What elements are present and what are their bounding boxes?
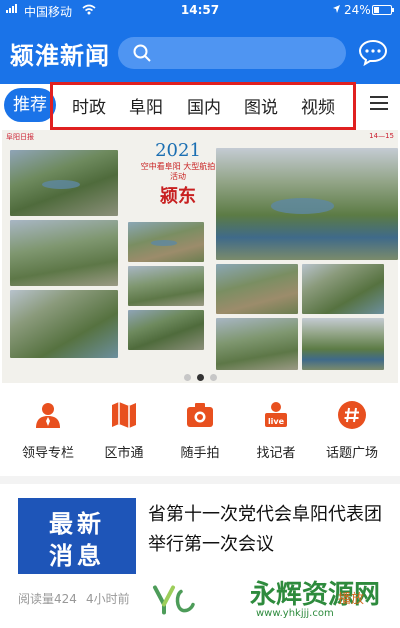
carousel-dot[interactable] [209, 374, 217, 381]
aerial-photo [128, 222, 204, 262]
app-header: 颍淮新闻 [0, 22, 400, 84]
tab-fuyang[interactable]: 阜阳 [129, 93, 163, 118]
reporter-icon: live [265, 402, 287, 427]
person-icon [36, 403, 60, 428]
aerial-photo [10, 290, 118, 358]
tab-pictures[interactable]: 图说 [244, 93, 278, 118]
quick-link-snapshot[interactable]: 随手拍 [160, 400, 240, 470]
quick-link-leaders[interactable]: 领导专栏 [8, 400, 88, 470]
quick-link-label: 找记者 [256, 446, 296, 461]
svg-text:live: live [268, 417, 285, 426]
tab-domestic[interactable]: 国内 [187, 93, 221, 118]
aerial-photo [216, 318, 298, 370]
section-divider [0, 476, 400, 484]
tab-video[interactable]: 视频 [301, 93, 335, 118]
play-label[interactable]: 播放 [338, 588, 364, 607]
hashtag-icon [338, 401, 366, 429]
aerial-photo [128, 266, 204, 306]
quick-link-reporter[interactable]: live 找记者 [236, 400, 316, 470]
publish-time: 4小时前 [86, 592, 130, 606]
tab-politics[interactable]: 时政 [72, 93, 106, 118]
quick-link-label: 领导专栏 [21, 446, 74, 461]
cover-year: 2021 [155, 140, 201, 161]
newspaper-label: 阜阳日报 [6, 133, 34, 141]
quick-link-label: 随手拍 [180, 446, 220, 461]
cover-title: 颍东 [160, 186, 196, 207]
channel-menu-icon[interactable] [370, 96, 388, 112]
status-bar: 中国移动 14:57 24% [0, 0, 400, 22]
thumbnail-line-2: 消息 [49, 541, 105, 570]
cover-title-block: 2021 空中看阜阳 大型航拍活动 颍东 [137, 132, 219, 228]
camera-icon [187, 403, 213, 427]
aerial-photo [302, 264, 384, 314]
aerial-photo [302, 318, 384, 370]
news-meta: 阅读量424 4小时前 [18, 590, 130, 607]
watermark-url: www.yhkjjj.com [256, 608, 334, 619]
quick-link-label: 区市通 [104, 446, 144, 461]
news-thumbnail[interactable]: 最新 消息 [18, 498, 136, 574]
banner-carousel[interactable]: 阜阳日报 14—15 2021 空中看阜阳 大型航拍活动 颍东 [2, 130, 398, 383]
map-icon [112, 402, 136, 428]
aerial-photo [216, 264, 298, 314]
carousel-dot-active[interactable] [196, 374, 204, 381]
quick-link-label: 话题广场 [325, 446, 378, 461]
quick-link-districts[interactable]: 区市通 [84, 400, 164, 470]
message-icon[interactable] [358, 38, 388, 66]
read-count: 阅读量424 [18, 592, 77, 606]
news-title[interactable]: 省第十一次党代会阜阳代表团举行第一次会议 [148, 500, 388, 560]
location-icon [333, 5, 340, 13]
carousel-indicator [0, 366, 400, 381]
battery-icon [372, 5, 394, 15]
cover-subtitle: 空中看阜阳 大型航拍活动 [140, 162, 216, 181]
aerial-photo [128, 310, 204, 350]
quick-link-topics[interactable]: 话题广场 [312, 400, 392, 470]
aerial-photo [10, 150, 118, 216]
thumbnail-line-1: 最新 [49, 509, 105, 538]
tab-recommend[interactable]: 推荐 [4, 88, 56, 122]
app-logo: 颍淮新闻 [10, 41, 110, 70]
search-bar[interactable] [118, 37, 346, 69]
page-number: 14—15 [369, 132, 394, 140]
carousel-dot[interactable] [183, 374, 191, 381]
aerial-photo [216, 148, 398, 260]
watermark-logo-icon [153, 585, 195, 615]
aerial-photo [10, 220, 118, 286]
search-icon [133, 44, 151, 62]
battery-percent: 24% [344, 3, 371, 17]
